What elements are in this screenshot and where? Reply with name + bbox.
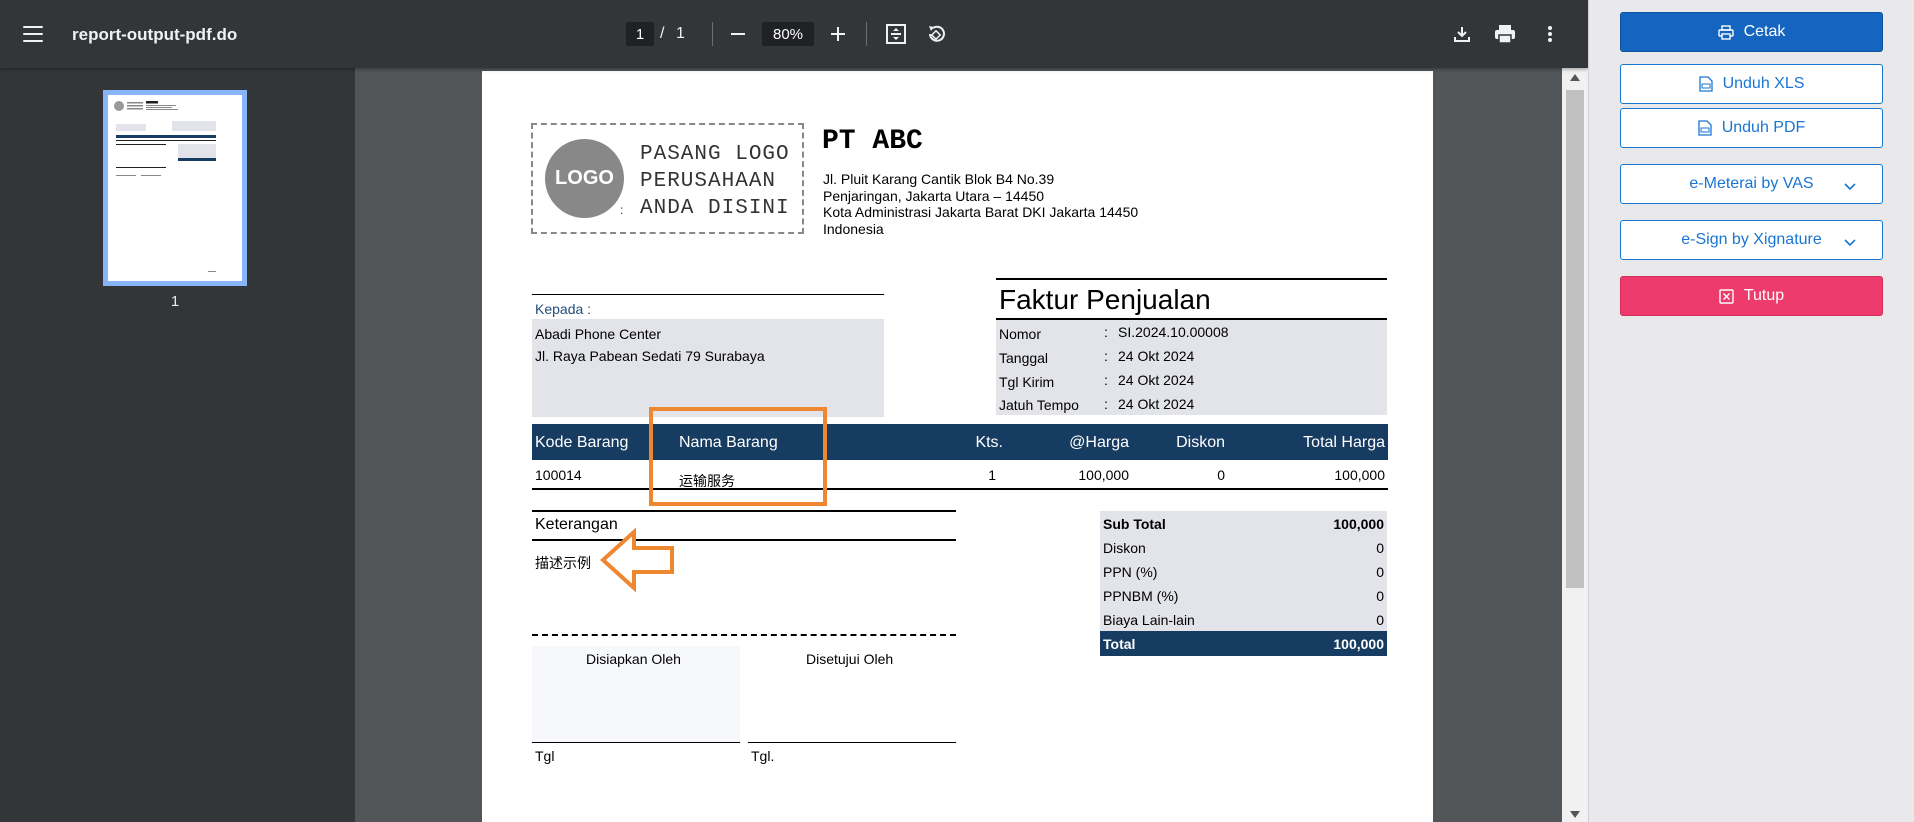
signature-line xyxy=(532,742,740,743)
ppn-row: PPN (%) 0 xyxy=(1100,559,1387,583)
company-name: PT ABC xyxy=(822,126,923,157)
signature-date-label: Tgl. xyxy=(751,748,775,764)
invoice-field-label: Tanggal xyxy=(999,350,1049,366)
column-header: Diskon xyxy=(1176,434,1225,451)
notes-text: 描述示例 xyxy=(535,555,591,571)
item-discount: 0 xyxy=(1217,467,1225,483)
viewer-toolbar: report-output-pdf.do / 1 xyxy=(0,0,1588,68)
subtotal-row: Sub Total 100,000 xyxy=(1100,511,1387,535)
recipient-address: Jl. Raya Pabean Sedati 79 Surabaya xyxy=(535,348,765,364)
company-address-line: Indonesia xyxy=(823,221,884,237)
zoom-out-icon[interactable] xyxy=(722,18,754,50)
logo-circle: LOGO xyxy=(545,139,624,218)
fit-page-icon[interactable] xyxy=(880,18,912,50)
pdf-file-icon xyxy=(1698,120,1712,136)
scroll-up-icon[interactable] xyxy=(1570,74,1580,81)
toolbar-divider xyxy=(712,22,713,46)
xls-file-icon xyxy=(1698,76,1713,92)
logo-colon: : xyxy=(620,203,624,217)
signature-date-label: Tgl xyxy=(535,748,555,764)
item-code: 100014 xyxy=(535,467,582,483)
printer-icon xyxy=(1717,24,1734,40)
chevron-down-icon xyxy=(1844,234,1856,252)
company-address-line: Kota Administrasi Jakarta Barat DKI Jaka… xyxy=(823,204,1139,220)
action-panel: Cetak Unduh XLS Unduh PDF e-Meterai by V… xyxy=(1588,0,1914,822)
invoice-field-label: Tgl Kirim xyxy=(999,374,1055,390)
invoice-number: SI.2024.10.00008 xyxy=(1118,324,1229,340)
invoice-date: 24 Okt 2024 xyxy=(1118,348,1195,364)
esign-dropdown[interactable]: e-Sign by Xignature xyxy=(1620,220,1883,260)
scrollbar-thumb[interactable] xyxy=(1566,90,1584,588)
invoice-ship-date: 24 Okt 2024 xyxy=(1118,372,1195,388)
zoom-input[interactable] xyxy=(762,22,814,46)
invoice-due-date: 24 Okt 2024 xyxy=(1118,396,1195,412)
rotate-icon[interactable] xyxy=(920,18,952,50)
close-button[interactable]: Tutup xyxy=(1620,276,1883,316)
download-icon[interactable] xyxy=(1446,18,1478,50)
recipient-label: Kepada : xyxy=(535,301,592,317)
prepared-by-label: Disiapkan Oleh xyxy=(586,651,681,667)
item-qty: 1 xyxy=(988,467,996,483)
column-header: Kode Barang xyxy=(535,434,629,451)
item-price: 100,000 xyxy=(1078,467,1129,483)
print-button[interactable]: Cetak xyxy=(1620,12,1883,52)
vertical-scrollbar[interactable] xyxy=(1562,68,1588,822)
invoice-title: Faktur Penjualan xyxy=(999,284,1211,315)
column-header: Total Harga xyxy=(1303,434,1385,451)
more-options-icon[interactable] xyxy=(1534,18,1566,50)
invoice-field-label: Nomor xyxy=(999,326,1042,342)
column-header: @Harga xyxy=(1069,434,1129,451)
print-icon[interactable] xyxy=(1489,18,1521,50)
ppnbm-row: PPNBM (%) 0 xyxy=(1100,583,1387,607)
company-address-line: Jl. Pluit Karang Cantik Blok B4 No.39 xyxy=(823,171,1055,187)
page-number-input[interactable] xyxy=(626,22,654,46)
recipient-name: Abadi Phone Center xyxy=(535,326,662,342)
document-title: report-output-pdf.do xyxy=(72,25,238,44)
invoice-field-label: Jatuh Tempo xyxy=(999,397,1079,413)
thumbnail-page-number: 1 xyxy=(170,293,180,310)
company-address-line: Penjaringan, Jakarta Utara – 14450 xyxy=(823,188,1045,204)
page-total: 1 xyxy=(676,25,685,42)
recipient-block: Kepada : Abadi Phone Center Jl. Raya Pab… xyxy=(532,294,884,417)
other-costs-row: Biaya Lain-lain 0 xyxy=(1100,607,1387,631)
logo-placeholder: LOGO : PASANG LOGO PERUSAHAAN ANDA DISIN… xyxy=(531,123,804,234)
dashed-divider xyxy=(532,634,956,636)
item-total: 100,000 xyxy=(1334,467,1385,483)
scroll-down-icon[interactable] xyxy=(1570,811,1580,818)
left-arrow-icon xyxy=(600,528,674,592)
pdf-page: LOGO : PASANG LOGO PERUSAHAAN ANDA DISIN… xyxy=(482,71,1433,822)
toolbar-divider xyxy=(866,22,867,46)
invoice-info-block: Faktur Penjualan Nomor : SI.2024.10.0000… xyxy=(996,278,1387,415)
highlight-box xyxy=(649,407,827,506)
logo-text: PASANG LOGO PERUSAHAAN ANDA DISINI xyxy=(640,143,790,220)
zoom-in-icon[interactable] xyxy=(822,18,854,50)
discount-row: Diskon 0 xyxy=(1100,535,1387,559)
page-separator: / xyxy=(660,25,665,42)
menu-icon[interactable] xyxy=(16,18,50,50)
approved-by-label: Disetujui Oleh xyxy=(806,651,894,667)
pdf-viewer: report-output-pdf.do / 1 xyxy=(0,0,1588,822)
signature-line xyxy=(748,742,956,743)
download-pdf-button[interactable]: Unduh PDF xyxy=(1620,108,1883,148)
close-box-icon xyxy=(1719,288,1734,304)
download-xls-button[interactable]: Unduh XLS xyxy=(1620,64,1883,104)
column-header: Kts. xyxy=(975,434,1003,451)
grand-total-row: Total 100,000 xyxy=(1100,631,1387,656)
page-thumbnail[interactable] xyxy=(103,90,247,286)
thumbnail-pane: 1 xyxy=(0,68,355,822)
chevron-down-icon xyxy=(1844,178,1856,196)
emeterai-dropdown[interactable]: e-Meterai by VAS xyxy=(1620,164,1883,204)
